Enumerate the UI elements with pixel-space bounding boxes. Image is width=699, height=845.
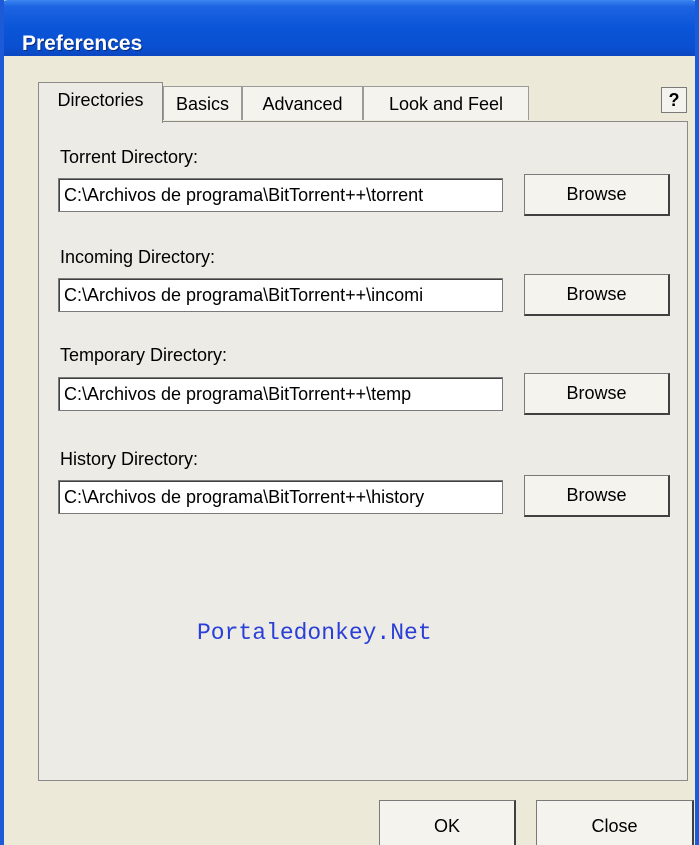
history-browse-button[interactable]: Browse <box>524 475 670 517</box>
temporary-directory-field[interactable]: C:\Archivos de programa\BitTorrent++\tem… <box>58 377 503 411</box>
temporary-directory-label: Temporary Directory: <box>60 345 228 365</box>
tab-directories[interactable]: Directories <box>38 82 163 123</box>
tab-basics[interactable]: Basics <box>163 86 242 120</box>
incoming-directory-label: Incoming Directory: <box>60 247 216 267</box>
close-button[interactable]: Close <box>536 800 694 845</box>
watermark-text: Portaledonkey.Net <box>197 620 432 646</box>
tab-look-and-feel[interactable]: Look and Feel <box>363 86 529 120</box>
incoming-browse-button[interactable]: Browse <box>524 274 670 316</box>
tab-advanced[interactable]: Advanced <box>242 86 363 120</box>
ok-button[interactable]: OK <box>379 800 516 845</box>
preferences-window: Preferences Directories Basics Advanced … <box>0 0 699 845</box>
help-button[interactable]: ? <box>661 87 687 113</box>
history-directory-label: History Directory: <box>60 449 199 469</box>
torrent-browse-button[interactable]: Browse <box>524 174 670 216</box>
torrent-directory-field[interactable]: C:\Archivos de programa\BitTorrent++\tor… <box>58 178 503 212</box>
temporary-browse-button[interactable]: Browse <box>524 373 670 415</box>
incoming-directory-field[interactable]: C:\Archivos de programa\BitTorrent++\inc… <box>58 278 503 312</box>
history-directory-field[interactable]: C:\Archivos de programa\BitTorrent++\his… <box>58 480 503 514</box>
torrent-directory-label: Torrent Directory: <box>60 147 199 167</box>
title-bar[interactable]: Preferences <box>4 0 695 56</box>
window-title: Preferences <box>22 32 143 55</box>
